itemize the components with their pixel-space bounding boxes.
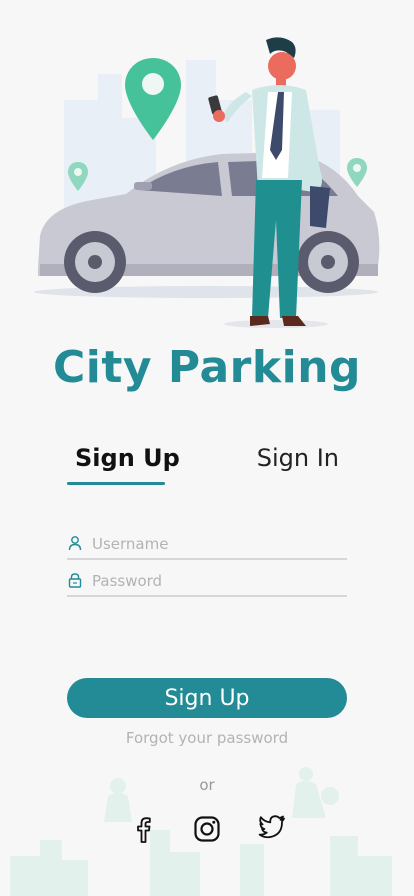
tab-sign-in[interactable]: Sign In bbox=[257, 444, 339, 472]
active-tab-indicator bbox=[67, 482, 165, 485]
lock-icon bbox=[68, 573, 82, 588]
sign-up-button[interactable]: Sign Up bbox=[67, 678, 347, 718]
password-field bbox=[67, 569, 347, 597]
or-separator: or bbox=[199, 776, 215, 794]
forgot-password-link[interactable]: Forgot your password bbox=[0, 729, 414, 747]
user-icon bbox=[68, 536, 82, 551]
facebook-icon[interactable] bbox=[128, 814, 158, 844]
twitter-icon[interactable] bbox=[257, 812, 287, 842]
username-field bbox=[67, 532, 347, 560]
auth-tabs: Sign Up Sign In bbox=[67, 444, 347, 488]
instagram-icon[interactable] bbox=[192, 814, 222, 844]
tab-sign-up[interactable]: Sign Up bbox=[75, 444, 180, 472]
username-input[interactable] bbox=[92, 532, 342, 556]
location-pin-small-right-icon bbox=[347, 158, 367, 187]
hero-illustration bbox=[34, 37, 380, 328]
app-title: City Parking bbox=[52, 342, 362, 393]
password-input[interactable] bbox=[92, 569, 342, 593]
